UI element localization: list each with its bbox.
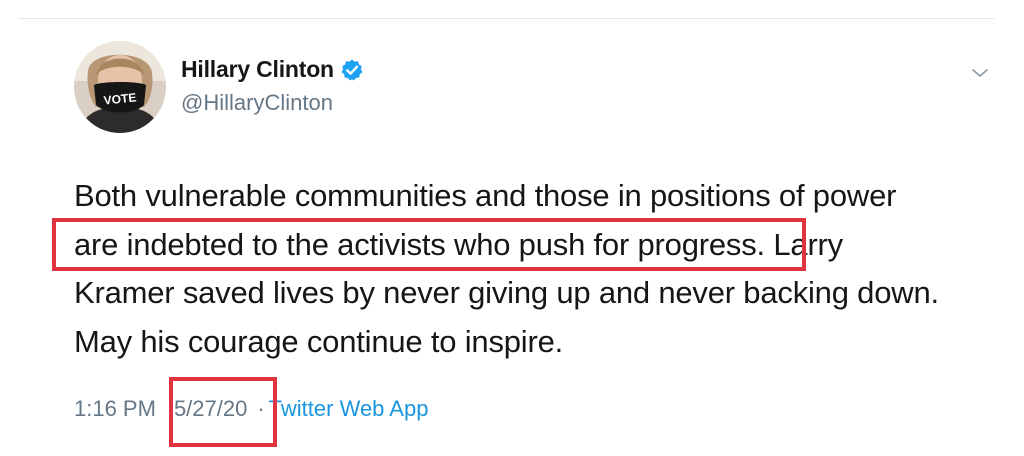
tweet-line-4: May his courage continue to inspire. xyxy=(74,323,564,359)
verified-badge-icon xyxy=(341,59,363,80)
tweet-time[interactable]: 1:16 PM xyxy=(74,396,156,422)
author-name-row[interactable]: Hillary Clinton xyxy=(181,56,364,83)
avatar[interactable]: VOTE xyxy=(74,41,166,133)
author-display-name[interactable]: Hillary Clinton xyxy=(181,56,334,83)
divider xyxy=(18,18,994,19)
chevron-down-icon[interactable] xyxy=(969,62,991,84)
author-handle[interactable]: @HillaryClinton xyxy=(181,90,333,116)
highlight-box-phrase xyxy=(52,218,806,271)
tweet-screenshot: VOTE Hillary Clinton @HillaryClinton Bot… xyxy=(0,0,1024,456)
tweet-source-link[interactable]: Twitter Web App xyxy=(269,396,429,422)
tweet-line-1: Both vulnerable communities and those in… xyxy=(74,178,897,213)
highlight-box-date xyxy=(169,377,277,447)
tweet-line-3: Kramer saved lives by never giving up an… xyxy=(74,275,939,310)
